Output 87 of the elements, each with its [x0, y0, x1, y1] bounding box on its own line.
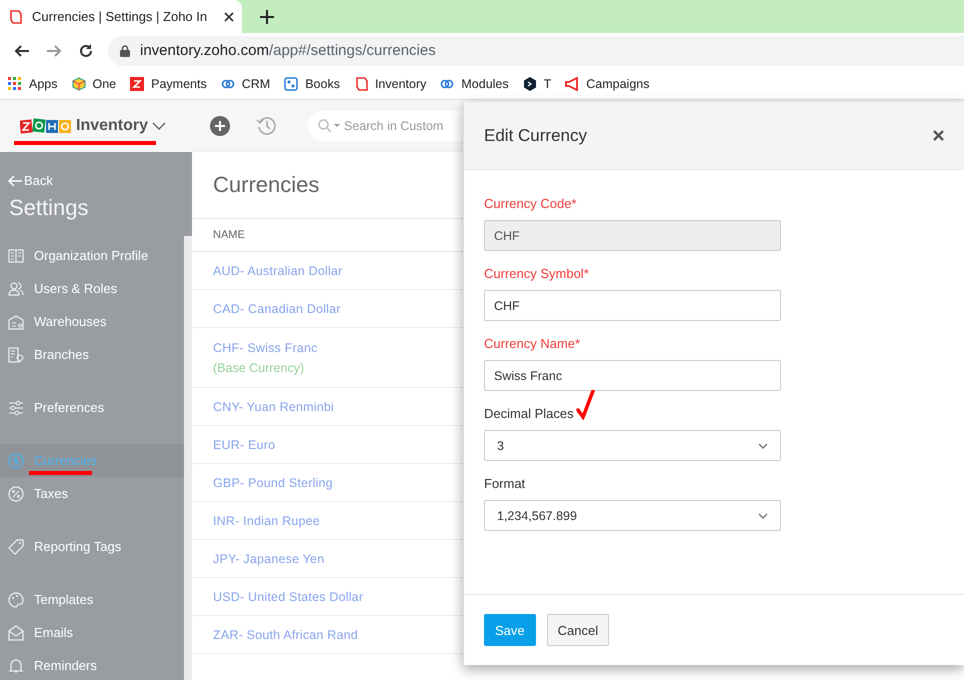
warehouse-icon — [8, 314, 24, 330]
z-square-icon — [130, 76, 144, 90]
sidebar-title: Settings — [8, 194, 90, 222]
page-title: Currencies — [213, 171, 320, 199]
currency-link[interactable]: AUD- Australian Dollar — [213, 264, 342, 278]
users-icon — [8, 280, 24, 296]
url-text: inventory.zoho.com/app#/settings/currencies — [140, 42, 436, 59]
cube-icon — [72, 76, 86, 90]
currency-link[interactable]: EUR- Euro — [213, 438, 276, 452]
book-icon — [8, 8, 24, 24]
sidebar-item[interactable]: Preferences — [0, 391, 184, 424]
sidebar-item[interactable]: Organization Profile — [0, 239, 184, 272]
field-label: Currency Name* — [484, 336, 580, 351]
field-label: Format — [484, 476, 526, 491]
sidebar-item[interactable]: Templates — [0, 583, 184, 616]
field-label: Currency Code* — [484, 196, 576, 211]
building-pin-icon — [8, 346, 24, 362]
books-icon — [284, 76, 298, 90]
base-currency-label: (Base Currency) — [213, 360, 304, 374]
chevron-down-icon — [758, 442, 768, 448]
dropdown[interactable]: 1,234,567.899 — [484, 500, 781, 531]
checkmark-annotation — [576, 390, 596, 420]
bookmark[interactable]: Modules — [440, 76, 509, 90]
plus-icon — [260, 10, 274, 24]
tag-icon — [8, 538, 24, 554]
currency-link[interactable]: CHF- Swiss Franc — [213, 340, 318, 354]
lock-icon — [120, 44, 130, 56]
apps-grid-icon — [8, 76, 22, 90]
building-icon — [8, 248, 24, 264]
bookmark[interactable]: Campaigns — [565, 76, 650, 90]
field-label: Decimal Places — [484, 406, 574, 421]
percent-circle-icon — [8, 486, 24, 502]
book-icon — [354, 76, 368, 90]
dollar-circle-icon — [8, 452, 24, 468]
sidebar-item[interactable]: Users & Roles — [0, 272, 184, 305]
address-bar[interactable]: inventory.zoho.com/app#/settings/currencies — [108, 36, 964, 66]
logo-icon — [20, 117, 72, 135]
field-label: Currency Symbol* — [484, 266, 589, 281]
rings-icon — [440, 76, 454, 90]
scrollbar-track[interactable] — [184, 236, 192, 680]
currency-link[interactable]: JPY- Japanese Yen — [213, 552, 324, 566]
bookmark[interactable]: Payments — [130, 76, 207, 90]
chevron-down-icon[interactable] — [152, 122, 166, 130]
sidebar-item[interactable]: Taxes — [0, 477, 184, 510]
chevron-down-icon — [758, 512, 768, 518]
palette-icon — [8, 592, 24, 608]
input-field[interactable]: Swiss Franc — [484, 360, 781, 391]
add-icon[interactable] — [210, 116, 230, 136]
bookmark[interactable]: Inventory — [354, 76, 426, 90]
input-field[interactable]: CHF — [484, 290, 781, 321]
close-icon[interactable] — [224, 12, 234, 22]
sliders-icon — [8, 400, 24, 416]
bookmark[interactable]: Books — [284, 76, 340, 90]
bookmark[interactable]: Apps — [8, 76, 58, 90]
envelope-icon — [8, 624, 24, 640]
hexagon-icon — [522, 76, 537, 90]
sidebar-item[interactable]: Emails — [0, 616, 184, 649]
currency-link[interactable]: USD- United States Dollar — [213, 590, 364, 604]
currency-link[interactable]: CNY- Yuan Renminbi — [213, 400, 334, 414]
annotation-underline — [29, 471, 92, 475]
reload-icon[interactable] — [78, 42, 94, 58]
forward-icon[interactable] — [46, 42, 62, 58]
bookmark[interactable]: CRM — [220, 76, 270, 90]
currency-link[interactable]: ZAR- South African Rand — [213, 628, 358, 642]
megaphone-icon — [565, 76, 580, 90]
sidebar-item[interactable]: Branches — [0, 338, 184, 371]
bookmark[interactable]: One — [72, 76, 116, 90]
currency-link[interactable]: GBP- Pound Sterling — [213, 476, 333, 490]
bell-icon — [8, 658, 24, 674]
rings-icon — [220, 76, 235, 90]
arrow-left-icon — [8, 174, 22, 186]
sidebar-item[interactable]: Warehouses — [0, 305, 184, 338]
close-icon — [933, 130, 944, 141]
dialog-title: Edit Currency — [484, 126, 587, 146]
product-name: Inventory — [76, 117, 148, 135]
cancel-button[interactable]: Cancel — [546, 614, 610, 646]
sidebar-item[interactable]: Reminders — [0, 649, 184, 680]
back-icon[interactable] — [14, 42, 30, 58]
back-link[interactable]: Back — [0, 172, 59, 189]
currency-link[interactable]: CAD- Canadian Dollar — [213, 302, 341, 316]
bookmark[interactable]: T — [522, 76, 552, 90]
dropdown[interactable]: 3 — [484, 430, 781, 461]
search-icon — [318, 118, 340, 132]
currency-link[interactable]: INR- Indian Rupee — [213, 514, 320, 528]
sidebar-item[interactable]: Reporting Tags — [0, 530, 184, 563]
browser-tab[interactable]: Currencies | Settings | Zoho In — [0, 0, 242, 33]
save-button[interactable]: Save — [484, 614, 536, 646]
